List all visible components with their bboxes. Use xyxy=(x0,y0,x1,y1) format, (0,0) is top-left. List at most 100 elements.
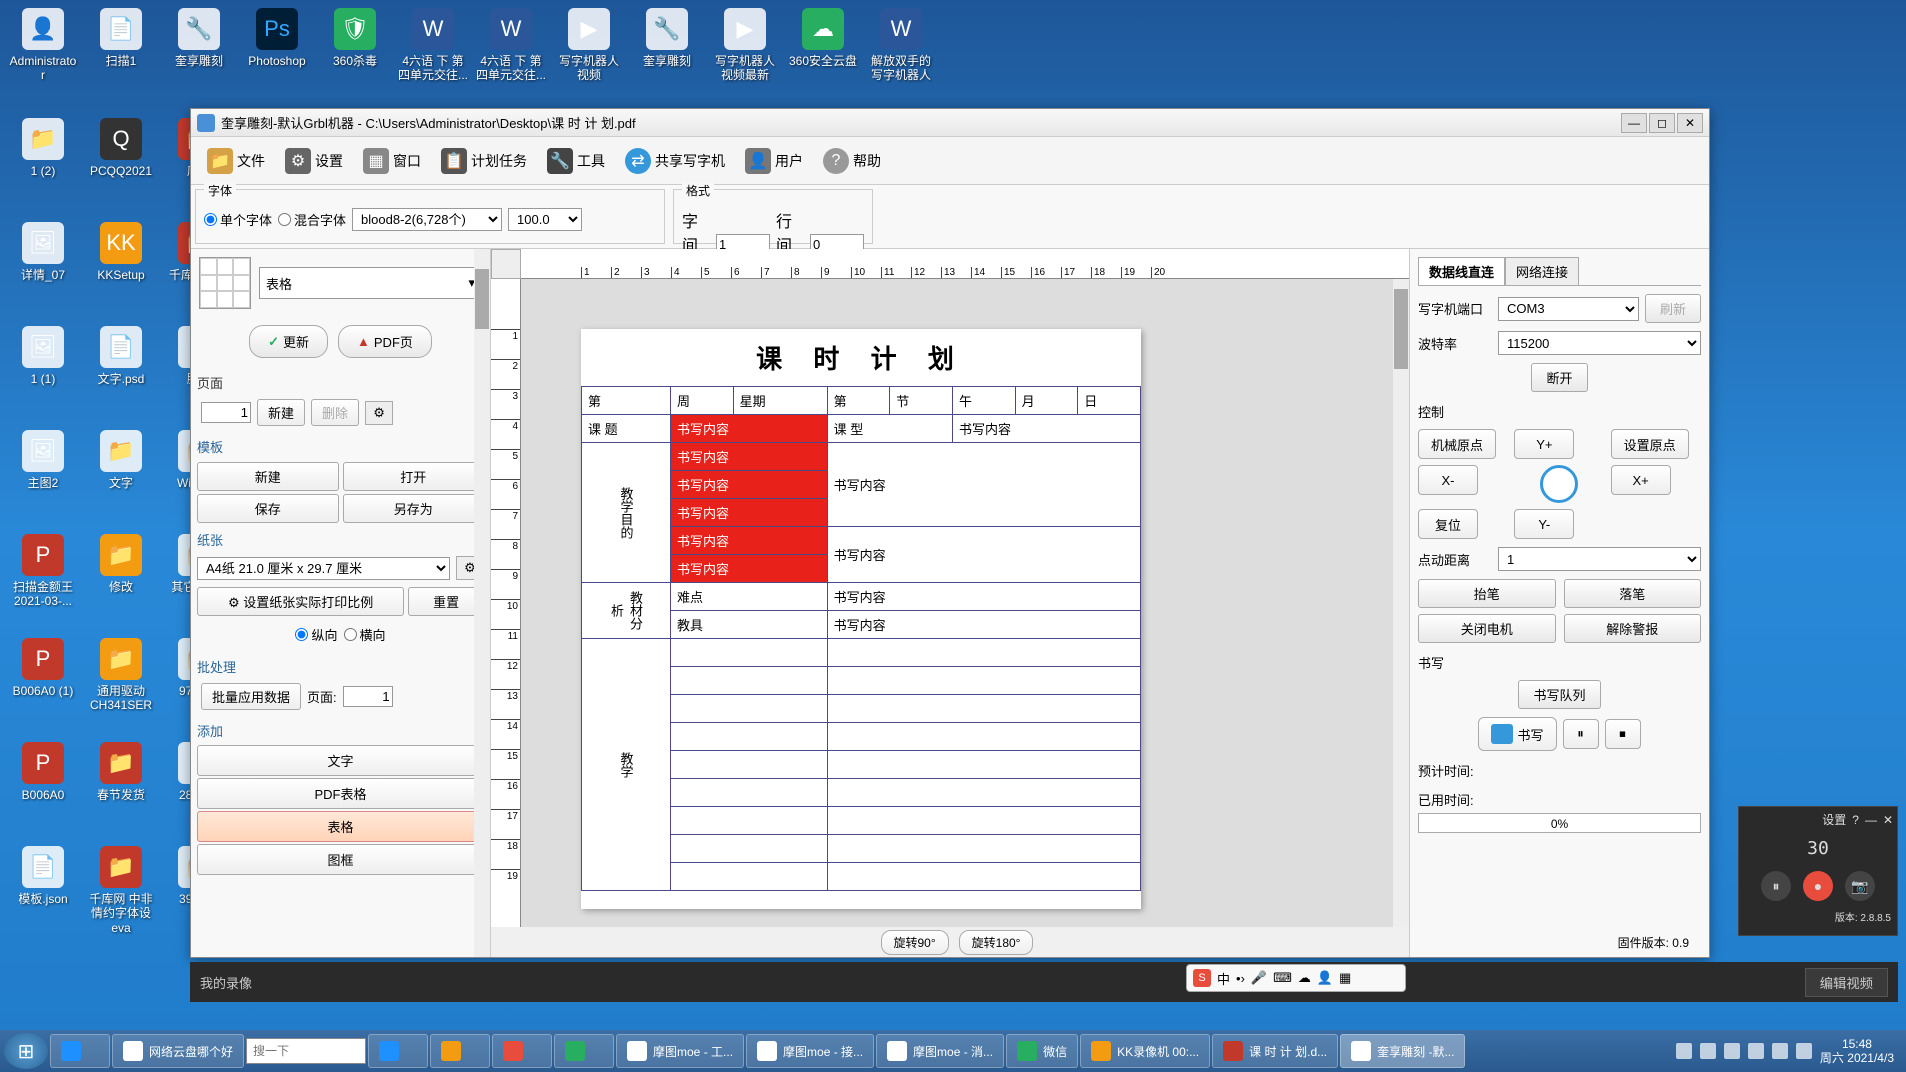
tray-network-icon[interactable] xyxy=(1796,1043,1812,1059)
desktop-icon-r9-1[interactable]: 📁千库网 中非情约字体设 eva xyxy=(86,846,156,935)
ime-punct-icon[interactable]: •› xyxy=(1236,971,1245,986)
taskbar-moe2[interactable]: 摩图moe - 接... xyxy=(746,1034,874,1068)
stop-button[interactable]: ⏹ xyxy=(1605,719,1641,749)
pause-button[interactable]: ⏸ xyxy=(1563,719,1599,749)
recorder-close-button[interactable]: ✕ xyxy=(1883,813,1893,827)
taskbar-pin-1[interactable] xyxy=(430,1034,490,1068)
desktop-icon-video2[interactable]: ▶写字机器人视频最新 xyxy=(710,8,780,83)
x-minus-button[interactable]: X- xyxy=(1418,465,1478,495)
taskbar-clock[interactable]: 15:48 周六 2021/4/3 xyxy=(1820,1037,1894,1066)
desktop-icon-r2-1[interactable]: QPCQQ2021 xyxy=(86,118,156,178)
ime-menu-icon[interactable]: ▦ xyxy=(1339,970,1351,986)
recorder-record-button[interactable]: ● xyxy=(1803,871,1833,901)
add-image-button[interactable]: 图框 xyxy=(197,844,484,875)
taskbar-kuixiang[interactable]: 奎享雕刻 -默... xyxy=(1340,1034,1465,1068)
desktop-icon-r4-0[interactable]: 🖼1 (1) xyxy=(8,326,78,386)
y-plus-button[interactable]: Y+ xyxy=(1514,429,1574,459)
desktop-icon-scan1[interactable]: 📄扫描1 xyxy=(86,8,156,68)
template-save-button[interactable]: 保存 xyxy=(197,494,339,523)
taskbar-moe3[interactable]: 摩图moe - 消... xyxy=(876,1034,1004,1068)
close-button[interactable]: ✕ xyxy=(1677,113,1703,133)
desktop-icon-video1[interactable]: ▶写字机器人视频 xyxy=(554,8,624,83)
lesson-plan-table[interactable]: 第 周 星期 第 节 午 月 日 课 题 书写内容 课 型 xyxy=(581,386,1141,891)
desktop-icon-doc3[interactable]: W解放双手的写字机器人 xyxy=(866,8,936,83)
taskbar-ie-icon[interactable] xyxy=(50,1034,110,1068)
toolbar-file[interactable]: 📁文件 xyxy=(199,144,273,178)
portrait-radio[interactable]: 纵向 xyxy=(295,625,337,644)
pdf-page-button[interactable]: ▲PDF页 xyxy=(338,325,432,358)
rotate-90-button[interactable]: 旋转90° xyxy=(881,930,949,955)
taskbar-pin-ie[interactable] xyxy=(368,1034,428,1068)
tab-network-connection[interactable]: 网络连接 xyxy=(1505,257,1579,285)
desktop-icon-r5-1[interactable]: 📁文字 xyxy=(86,430,156,490)
batch-apply-button[interactable]: 批量应用数据 xyxy=(201,683,301,710)
toolbar-help[interactable]: ?帮助 xyxy=(815,144,889,178)
desktop-icon-r8-0[interactable]: PB006A0 xyxy=(8,742,78,802)
mixed-font-radio[interactable]: 混合字体 xyxy=(278,210,346,229)
desktop-icon-360cloud[interactable]: ☁360安全云盘 xyxy=(788,8,858,68)
recorder-minimize-button[interactable]: — xyxy=(1865,813,1877,827)
template-saveas-button[interactable]: 另存为 xyxy=(343,494,485,523)
toolbar-share[interactable]: ⇄共享写字机 xyxy=(617,144,733,178)
write-button[interactable]: 书写 xyxy=(1478,717,1556,751)
ime-cloud-icon[interactable]: ☁ xyxy=(1298,970,1311,986)
add-text-button[interactable]: 文字 xyxy=(197,745,484,776)
landscape-radio[interactable]: 横向 xyxy=(344,625,386,644)
desktop-icon-r7-1[interactable]: 📁通用驱动 CH341SER xyxy=(86,638,156,713)
desktop-icon-r5-0[interactable]: 🖼主图2 xyxy=(8,430,78,490)
desktop-icon-r6-1[interactable]: 📁修改 xyxy=(86,534,156,594)
taskbar-search[interactable] xyxy=(246,1038,366,1064)
refresh-port-button[interactable]: 刷新 xyxy=(1645,294,1701,323)
taskbar-pin-3[interactable] xyxy=(554,1034,614,1068)
paper-reset-button[interactable]: 重置 xyxy=(408,587,484,616)
my-recordings-button[interactable]: 我的录像 xyxy=(200,973,252,992)
desktop-icon-r9-0[interactable]: 📄模板.json xyxy=(8,846,78,906)
tray-icon-4[interactable] xyxy=(1748,1043,1764,1059)
page-settings-button[interactable]: ⚙ xyxy=(365,401,393,425)
recorder-pause-button[interactable]: ⏸ xyxy=(1761,871,1791,901)
taskbar-pdf[interactable]: 课 时 计 划.d... xyxy=(1212,1034,1338,1068)
add-pdftable-button[interactable]: PDF表格 xyxy=(197,778,484,809)
recorder-camera-button[interactable]: 📷 xyxy=(1845,871,1875,901)
baud-select[interactable]: 115200 xyxy=(1498,331,1701,355)
start-button[interactable]: ⊞ xyxy=(4,1033,48,1069)
desktop-icon-360av[interactable]: 🛡360杀毒 xyxy=(320,8,390,68)
x-plus-button[interactable]: X+ xyxy=(1611,465,1671,495)
batch-page-input[interactable] xyxy=(343,686,393,707)
edit-video-button[interactable]: 编辑视频 xyxy=(1805,968,1888,997)
mechanical-origin-button[interactable]: 机械原点 xyxy=(1418,429,1496,459)
minimize-button[interactable]: — xyxy=(1621,113,1647,133)
desktop-icon-r3-1[interactable]: KKKKSetup xyxy=(86,222,156,282)
ime-keyboard-icon[interactable]: ⌨ xyxy=(1273,970,1292,986)
tray-icon-2[interactable] xyxy=(1700,1043,1716,1059)
maximize-button[interactable]: ◻ xyxy=(1649,113,1675,133)
font-size-select[interactable]: 100.0 xyxy=(508,208,582,231)
toolbar-settings[interactable]: ⚙设置 xyxy=(277,144,351,178)
ime-bar[interactable]: S 中 •› 🎤 ⌨ ☁ 👤 ▦ xyxy=(1186,964,1406,992)
set-origin-button[interactable]: 设置原点 xyxy=(1611,429,1689,459)
page-number-input[interactable] xyxy=(201,402,251,423)
left-scrollbar[interactable] xyxy=(474,249,490,957)
canvas-viewport[interactable]: 课 时 计 划 第 周 星期 第 节 午 月 日 xyxy=(521,279,1393,927)
desktop-icon-photoshop[interactable]: PsPhotoshop xyxy=(242,8,312,68)
document-page[interactable]: 课 时 计 划 第 周 星期 第 节 午 月 日 xyxy=(581,329,1141,909)
desktop-icon-doc2[interactable]: W4六语 下 第四单元交往... xyxy=(476,8,546,83)
write-queue-button[interactable]: 书写队列 xyxy=(1518,680,1600,709)
tray-icon-3[interactable] xyxy=(1724,1043,1740,1059)
canvas-vscrollbar[interactable] xyxy=(1393,279,1409,927)
desktop-icon-doc1[interactable]: W4六语 下 第四单元交往... xyxy=(398,8,468,83)
tray-icon-1[interactable] xyxy=(1676,1043,1692,1059)
disconnect-button[interactable]: 断开 xyxy=(1531,363,1587,392)
port-select[interactable]: COM3 xyxy=(1498,297,1639,321)
toolbar-tools[interactable]: 🔧工具 xyxy=(539,144,613,178)
toolbar-task[interactable]: 📋计划任务 xyxy=(433,144,535,178)
recorder-help-icon[interactable]: ? xyxy=(1852,813,1859,827)
clear-alarm-button[interactable]: 解除警报 xyxy=(1564,614,1702,643)
desktop-icon-r8-1[interactable]: 📁春节发货 xyxy=(86,742,156,802)
pen-up-button[interactable]: 抬笔 xyxy=(1418,579,1556,608)
y-minus-button[interactable]: Y- xyxy=(1514,509,1574,539)
jog-distance-select[interactable]: 1 xyxy=(1498,547,1701,571)
paper-size-select[interactable]: A4纸 21.0 厘米 x 29.7 厘米 xyxy=(197,557,450,580)
desktop-icon-r2-0[interactable]: 📁1 (2) xyxy=(8,118,78,178)
taskbar-browser[interactable]: 网络云盘哪个好 xyxy=(112,1034,244,1068)
